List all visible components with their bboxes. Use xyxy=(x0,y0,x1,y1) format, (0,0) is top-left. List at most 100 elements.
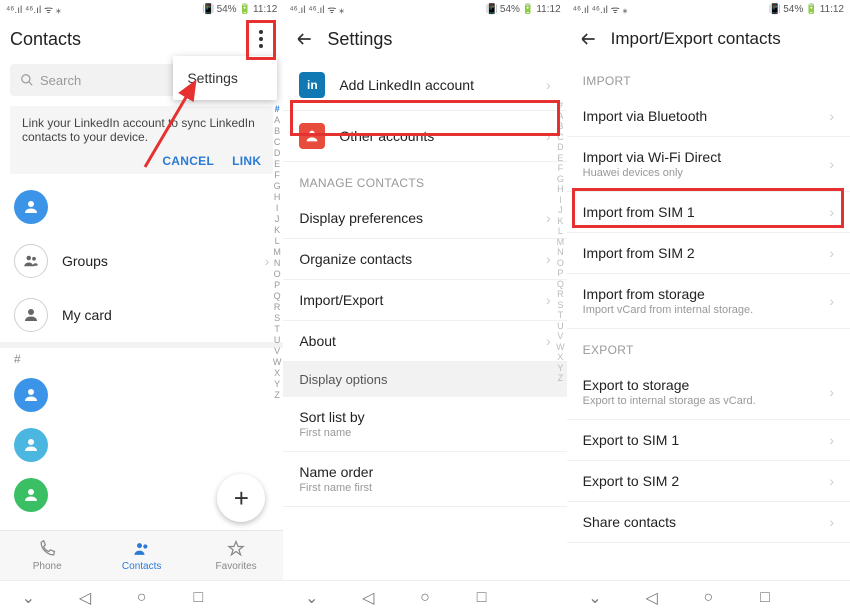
chevron-right-icon: › xyxy=(829,156,834,172)
tab-phone[interactable]: Phone xyxy=(0,531,94,580)
tab-contacts[interactable]: Contacts xyxy=(94,531,188,580)
status-bar: ⁴⁶.ıl ⁴⁶.ıl ᯤ ⁎ 📳54%🔋11:12 xyxy=(567,0,850,18)
chevron-right-icon: › xyxy=(829,245,834,261)
row-import-wifi[interactable]: Import via Wi-Fi DirectHuawei devices on… xyxy=(567,137,850,192)
linkedin-icon: in xyxy=(299,72,325,98)
phone-icon xyxy=(37,539,57,559)
row-export-sim2[interactable]: Export to SIM 2› xyxy=(567,461,850,502)
screen-contacts: ⁴⁶.ıl ⁴⁶.ıl ᯤ ⁎ 📳54%🔋11:12 Contacts Sear… xyxy=(0,0,283,614)
status-bar: ⁴⁶.ıl ⁴⁶.ıl ᯤ ⁎ 📳54%🔋11:12 xyxy=(0,0,283,18)
row-sort-list[interactable]: Sort list byFirst name xyxy=(283,397,566,452)
row-other-accounts[interactable]: Other accounts › xyxy=(283,111,566,162)
nav-dropdown-icon[interactable]: ⌄ xyxy=(303,589,321,607)
row-name-order[interactable]: Name orderFirst name first xyxy=(283,452,566,507)
chevron-right-icon: › xyxy=(546,77,551,93)
chevron-right-icon: › xyxy=(829,514,834,530)
nav-back-icon[interactable]: ◁ xyxy=(643,589,661,607)
nav-dropdown-icon[interactable]: ⌄ xyxy=(19,589,37,607)
groups-label: Groups xyxy=(62,253,265,269)
screen-settings: ⁴⁶.ıl ⁴⁶.ıl ᯤ ⁎ 📳54%🔋11:12 Settings in A… xyxy=(283,0,566,614)
search-icon xyxy=(20,73,34,87)
chevron-right-icon: › xyxy=(265,253,270,269)
add-contact-fab[interactable]: + xyxy=(217,474,265,522)
status-bar: ⁴⁶.ıl ⁴⁶.ıl ᯤ ⁎ 📳54%🔋11:12 xyxy=(283,0,566,18)
plus-icon: + xyxy=(234,483,249,514)
status-right: 📳54%🔋11:12 xyxy=(202,4,277,15)
nav-dropdown-icon[interactable]: ⌄ xyxy=(586,589,604,607)
chevron-right-icon: › xyxy=(829,108,834,124)
linkedin-sync-card: Link your LinkedIn account to sync Linke… xyxy=(10,106,273,174)
avatar-icon xyxy=(14,428,48,462)
overflow-popup: Settings xyxy=(173,56,277,100)
contact-row[interactable] xyxy=(0,370,283,420)
contact-row[interactable] xyxy=(0,420,283,470)
linkedin-msg: Link your LinkedIn account to sync Linke… xyxy=(22,116,261,144)
accounts-icon xyxy=(299,123,325,149)
mycard-row[interactable]: My card xyxy=(0,288,283,342)
row-import-export[interactable]: Import/Export› xyxy=(283,280,566,321)
chevron-right-icon: › xyxy=(829,204,834,220)
row-import-sim2[interactable]: Import from SIM 2› xyxy=(567,233,850,274)
section-export: EXPORT xyxy=(567,329,850,365)
chevron-right-icon: › xyxy=(829,293,834,309)
android-nav-bar: ⌄ ◁ ○ □ xyxy=(567,580,850,614)
nav-home-icon[interactable]: ○ xyxy=(699,589,717,607)
row-export-storage[interactable]: Export to storageExport to internal stor… xyxy=(567,365,850,420)
chevron-right-icon: › xyxy=(546,292,551,308)
mycard-label: My card xyxy=(62,307,269,323)
row-import-storage[interactable]: Import from storageImport vCard from int… xyxy=(567,274,850,329)
chevron-right-icon: › xyxy=(546,333,551,349)
header: Contacts xyxy=(0,18,283,60)
chevron-right-icon: › xyxy=(546,128,551,144)
tab-favorites[interactable]: Favorites xyxy=(189,531,283,580)
row-import-sim1[interactable]: Import from SIM 1› xyxy=(567,192,850,233)
contacts-icon xyxy=(132,539,152,559)
section-import: IMPORT xyxy=(567,60,850,96)
back-button[interactable] xyxy=(293,28,315,50)
contact-row-unnamed[interactable] xyxy=(0,180,283,234)
chevron-right-icon: › xyxy=(546,210,551,226)
row-add-linkedin[interactable]: in Add LinkedIn account › xyxy=(283,60,566,111)
android-nav-bar: ⌄ ◁ ○ □ xyxy=(283,580,566,614)
header: Settings xyxy=(283,18,566,60)
back-button[interactable] xyxy=(577,28,599,50)
header: Import/Export contacts xyxy=(567,18,850,60)
arrow-left-icon xyxy=(578,29,598,49)
row-share-contacts[interactable]: Share contacts› xyxy=(567,502,850,543)
chevron-right-icon: › xyxy=(829,432,834,448)
page-title: Import/Export contacts xyxy=(611,29,781,49)
star-icon xyxy=(226,539,246,559)
search-placeholder: Search xyxy=(40,73,81,88)
row-about[interactable]: About› xyxy=(283,321,566,362)
avatar-icon xyxy=(14,190,48,224)
chevron-right-icon: › xyxy=(829,384,834,400)
nav-recent-icon[interactable]: □ xyxy=(189,589,207,607)
alpha-index[interactable]: #ABCDEFGHIJKLMNOPQRSTUVWXYZ xyxy=(556,100,565,383)
row-export-sim1[interactable]: Export to SIM 1› xyxy=(567,420,850,461)
nav-home-icon[interactable]: ○ xyxy=(133,589,151,607)
more-menu-button[interactable] xyxy=(249,27,273,51)
avatar-icon xyxy=(14,478,48,512)
row-display-preferences[interactable]: Display preferences› xyxy=(283,198,566,239)
row-import-bluetooth[interactable]: Import via Bluetooth› xyxy=(567,96,850,137)
nav-recent-icon[interactable]: □ xyxy=(473,589,491,607)
section-display-options: Display options xyxy=(283,362,566,397)
avatar-icon xyxy=(14,378,48,412)
row-organize-contacts[interactable]: Organize contacts› xyxy=(283,239,566,280)
mycard-icon xyxy=(14,298,48,332)
popup-settings-item[interactable]: Settings xyxy=(187,70,263,86)
bottom-tabs: Phone Contacts Favorites xyxy=(0,530,283,580)
cancel-button[interactable]: CANCEL xyxy=(162,154,214,168)
android-nav-bar: ⌄ ◁ ○ □ xyxy=(0,580,283,614)
nav-recent-icon[interactable]: □ xyxy=(756,589,774,607)
nav-back-icon[interactable]: ◁ xyxy=(359,589,377,607)
chevron-right-icon: › xyxy=(829,473,834,489)
chevron-right-icon: › xyxy=(546,251,551,267)
nav-home-icon[interactable]: ○ xyxy=(416,589,434,607)
alpha-index[interactable]: #ABCDEFGHIJKLMNOPQRSTUVWXYZ xyxy=(273,104,282,400)
nav-back-icon[interactable]: ◁ xyxy=(76,589,94,607)
groups-row[interactable]: Groups › xyxy=(0,234,283,288)
page-title: Settings xyxy=(327,29,392,50)
section-manage-contacts: MANAGE CONTACTS xyxy=(283,162,566,198)
link-button[interactable]: LINK xyxy=(232,154,261,168)
